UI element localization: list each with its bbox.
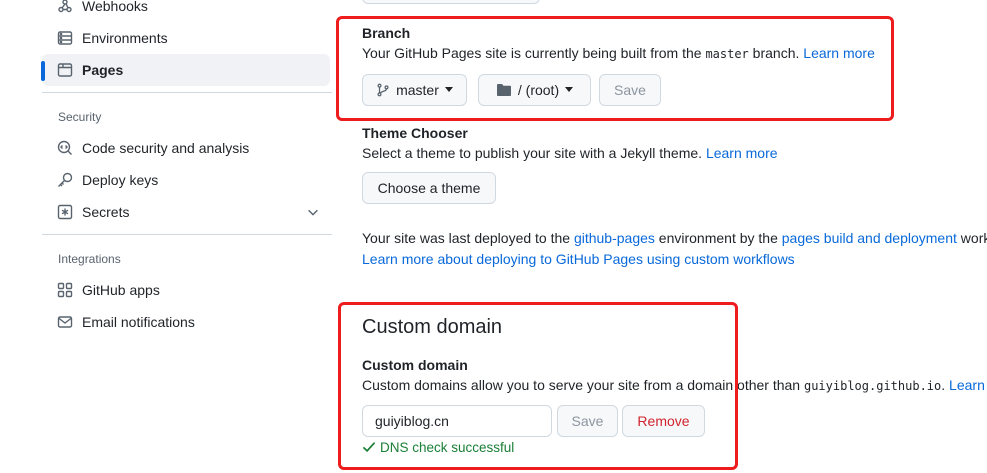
previous-section-button[interactable] xyxy=(362,0,540,4)
sidebar-section-integrations: Integrations xyxy=(58,252,121,266)
remove-button-label: Remove xyxy=(637,413,690,429)
branch-description: Your GitHub Pages site is currently bein… xyxy=(362,43,875,64)
check-icon xyxy=(362,442,376,453)
sidebar-item-label: Secrets xyxy=(82,204,130,220)
sidebar-item-webhooks[interactable]: Webhooks xyxy=(42,0,330,22)
custom-workflows-line: Learn more about deploying to GitHub Pag… xyxy=(362,249,795,269)
default-domain-code: guiyiblog.github.io xyxy=(803,379,942,393)
theme-chooser-heading: Theme Chooser xyxy=(362,125,468,141)
sidebar-item-label: Environments xyxy=(82,30,168,46)
branch-save-button[interactable]: Save xyxy=(599,74,661,106)
deployment-info: Your site was last deployed to the githu… xyxy=(362,228,987,248)
folder-select-button[interactable]: / (root) xyxy=(478,74,591,106)
branch-learn-more-link[interactable]: Learn more xyxy=(803,45,875,61)
branch-button-label: master xyxy=(396,82,439,98)
sidebar-item-label: Pages xyxy=(82,62,124,78)
sidebar-item-label: Email notifications xyxy=(82,314,195,330)
sidebar-divider xyxy=(42,92,332,93)
branch-desc-text-end: branch. xyxy=(748,45,804,61)
sidebar-item-environments[interactable]: Environments xyxy=(42,22,330,54)
sidebar-section-security: Security xyxy=(58,110,102,124)
sidebar-item-label: Deploy keys xyxy=(82,172,159,188)
folder-button-label: / (root) xyxy=(517,82,560,98)
sidebar-item-pages[interactable]: Pages xyxy=(41,54,330,86)
deploy-text: Your site was last deployed to the xyxy=(362,230,574,246)
custom-domain-desc-text-end: . xyxy=(941,377,950,393)
deploy-text: work xyxy=(960,230,987,246)
sidebar-item-label: GitHub apps xyxy=(82,282,160,298)
deploy-text: environment by the xyxy=(654,230,782,246)
caret-down-icon xyxy=(565,87,574,92)
theme-description: Select a theme to publish your site with… xyxy=(362,143,778,163)
choose-theme-button[interactable]: Choose a theme xyxy=(362,172,496,204)
sidebar-item-label: Code security and analysis xyxy=(82,140,250,156)
custom-domain-label: Custom domain xyxy=(362,357,468,373)
theme-learn-more-link[interactable]: Learn more xyxy=(706,145,778,161)
custom-domain-learn-more-link[interactable]: Learn m xyxy=(949,377,987,393)
save-button-label: Save xyxy=(614,82,646,98)
sidebar-item-label: Webhooks xyxy=(82,0,148,14)
browser-icon xyxy=(57,63,73,77)
dns-check-status: DNS check successful xyxy=(362,438,514,458)
codescan-icon xyxy=(57,140,72,155)
sidebar-divider xyxy=(42,234,332,235)
key-asterisk-icon xyxy=(57,204,73,220)
dns-status-text: DNS check successful xyxy=(380,440,515,455)
sidebar-item-deploy-keys[interactable]: Deploy keys xyxy=(42,164,330,196)
git-branch-icon xyxy=(377,83,389,97)
apps-icon xyxy=(57,282,73,298)
custom-domain-desc-text: Custom domains allow you to serve your s… xyxy=(362,377,804,393)
branch-heading: Branch xyxy=(362,25,411,41)
custom-domain-input[interactable] xyxy=(362,405,552,437)
theme-desc-text: Select a theme to publish your site with… xyxy=(362,145,706,161)
caret-down-icon xyxy=(444,87,453,92)
branch-desc-text: Your GitHub Pages site is currently bein… xyxy=(362,45,706,61)
key-icon xyxy=(58,172,73,187)
folder-icon xyxy=(496,84,511,96)
sidebar-item-github-apps[interactable]: GitHub apps xyxy=(42,274,330,306)
custom-domain-description: Custom domains allow you to serve your s… xyxy=(362,375,987,396)
github-pages-environment-link[interactable]: github-pages xyxy=(574,230,655,246)
custom-domain-section-heading: Custom domain xyxy=(362,316,503,338)
remove-domain-button[interactable]: Remove xyxy=(622,405,705,437)
webhook-icon xyxy=(58,0,72,13)
choose-theme-label: Choose a theme xyxy=(377,180,481,196)
custom-workflows-link[interactable]: Learn more about deploying to GitHub Pag… xyxy=(362,251,795,267)
branch-name-code: master xyxy=(705,47,749,61)
mail-icon xyxy=(57,316,73,328)
save-button-label: Save xyxy=(571,413,604,429)
sidebar-item-code-security[interactable]: Code security and analysis xyxy=(42,132,330,164)
custom-domain-save-button[interactable]: Save xyxy=(557,405,618,437)
branch-select-button[interactable]: master xyxy=(362,74,467,106)
sidebar-item-secrets[interactable]: Secrets xyxy=(42,196,330,228)
pages-build-deployment-link[interactable]: pages build and deployment xyxy=(782,230,957,246)
server-icon xyxy=(57,31,73,45)
chevron-down-icon[interactable] xyxy=(306,205,320,219)
sidebar-item-email-notifications[interactable]: Email notifications xyxy=(42,306,330,338)
